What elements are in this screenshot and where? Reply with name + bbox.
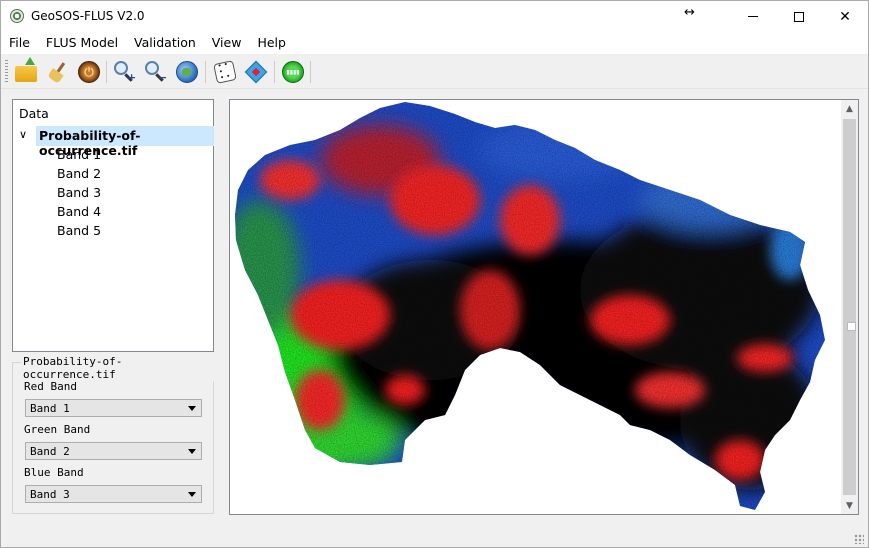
menu-flus-model[interactable]: FLUS Model (38, 32, 126, 54)
zoom-in-icon: + (114, 61, 136, 83)
tree-root-label[interactable]: Probability-of-occurrence.tif (36, 126, 214, 158)
run-icon: ▮▮▮▮ (282, 61, 304, 83)
map-canvas[interactable]: ▲ ▼ (229, 99, 859, 515)
dropdown-arrow-icon (188, 449, 196, 454)
folder-open-icon (15, 57, 37, 82)
tree-header: Data (19, 106, 49, 121)
tree-item-band-1[interactable]: Band 1 (57, 147, 101, 162)
tree-root-item[interactable]: ∨ Probability-of-occurrence.tif (16, 126, 214, 158)
clear-button[interactable] (44, 59, 70, 85)
chevron-down-icon[interactable]: ∨ (19, 128, 27, 141)
zoom-in-button[interactable]: + (112, 59, 138, 85)
resize-grip-icon[interactable] (854, 534, 864, 544)
scroll-grip (847, 322, 856, 331)
menu-view[interactable]: View (204, 32, 250, 54)
tree-item-band-4[interactable]: Band 4 (57, 204, 101, 219)
menu-validation[interactable]: Validation (126, 32, 204, 54)
toolbar-grip[interactable] (5, 60, 8, 84)
random-sampling-button[interactable] (212, 59, 238, 85)
close-button[interactable]: ✕ (822, 1, 868, 32)
toolbar-separator (274, 61, 275, 83)
raster-map-image[interactable] (230, 100, 842, 514)
data-tree-panel: Data ∨ Probability-of-occurrence.tif Ban… (12, 99, 214, 352)
toolbar-separator (205, 61, 206, 83)
menu-help[interactable]: Help (249, 32, 294, 54)
dropdown-arrow-icon (188, 492, 196, 497)
layer-tool-button[interactable] (243, 59, 269, 85)
red-band-select[interactable]: Band 1 (25, 399, 202, 417)
red-band-value: Band 1 (30, 402, 70, 415)
blue-band-label: Blue Band (24, 466, 84, 479)
run-model-button[interactable]: ▮▮▮▮ (280, 59, 306, 85)
power-icon: ⏻ (78, 61, 100, 83)
tree-item-band-2[interactable]: Band 2 (57, 166, 101, 181)
full-extent-button[interactable] (174, 59, 200, 85)
globe-icon (176, 61, 198, 83)
app-logo-icon (10, 9, 24, 23)
green-band-select[interactable]: Band 2 (25, 442, 202, 460)
tree-item-band-3[interactable]: Band 3 (57, 185, 101, 200)
app-window: GeoSOS-FLUS V2.0 ↔ ✕ File FLUS Model Val… (0, 0, 869, 548)
open-file-button[interactable] (13, 57, 39, 85)
menu-file[interactable]: File (1, 32, 38, 54)
zoom-out-icon: − (145, 61, 167, 83)
diamond-layer-icon (244, 60, 268, 84)
window-title: GeoSOS-FLUS V2.0 (31, 9, 145, 23)
resize-cursor-icon: ↔ (684, 5, 695, 20)
toolbar-separator (310, 61, 311, 83)
zoom-out-button[interactable]: − (143, 59, 169, 85)
red-band-label: Red Band (24, 380, 77, 393)
blue-band-select[interactable]: Band 3 (25, 485, 202, 503)
minimize-icon (748, 16, 758, 17)
toolbar: ⏻ + − ▮▮▮▮ (1, 55, 868, 89)
vertical-scrollbar[interactable]: ▲ ▼ (841, 100, 858, 514)
maximize-icon (794, 11, 804, 22)
dice-icon (213, 60, 237, 84)
status-bar (1, 521, 868, 547)
scroll-thumb[interactable] (843, 119, 856, 495)
maximize-button[interactable] (776, 1, 822, 32)
scroll-up-icon[interactable]: ▲ (841, 100, 858, 117)
menu-bar: File FLUS Model Validation View Help (1, 32, 868, 54)
title-bar[interactable]: GeoSOS-FLUS V2.0 ↔ ✕ (1, 1, 868, 32)
dropdown-arrow-icon (188, 406, 196, 411)
group-title: Probability-of-occurrence.tif (21, 355, 214, 381)
green-band-label: Green Band (24, 423, 91, 436)
close-icon: ✕ (839, 8, 851, 25)
map-raster-layer (235, 102, 825, 510)
scroll-down-icon[interactable]: ▼ (841, 497, 858, 514)
band-settings-group: Probability-of-occurrence.tif Red Band B… (12, 352, 214, 515)
exit-button[interactable]: ⏻ (76, 59, 102, 85)
toolbar-separator (106, 61, 107, 83)
blue-band-value: Band 3 (30, 488, 70, 501)
broom-icon (47, 62, 67, 82)
minimize-button[interactable] (730, 1, 776, 32)
green-band-value: Band 2 (30, 445, 70, 458)
tree-item-band-5[interactable]: Band 5 (57, 223, 101, 238)
